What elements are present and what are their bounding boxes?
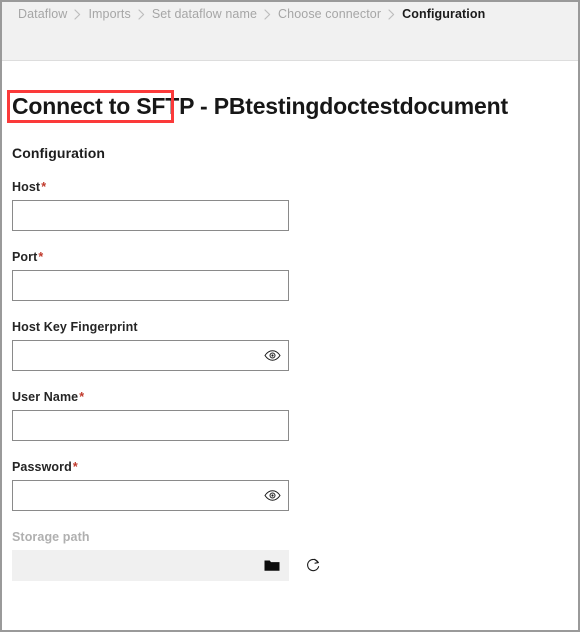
field-port: Port*: [12, 250, 578, 301]
breadcrumb-item-dataflow[interactable]: Dataflow: [18, 7, 67, 21]
configuration-form: Host* Port* Host Key Fingerprint User Name*…: [12, 180, 578, 581]
page-title-row: Connect to SFTP - PBtestingdoctestdocume…: [7, 89, 578, 125]
field-storage-path: Storage path: [12, 530, 578, 581]
input-row-host: [12, 200, 578, 231]
field-user-name: User Name*: [12, 390, 578, 441]
field-host-key-fingerprint: Host Key Fingerprint: [12, 320, 578, 371]
refresh-icon[interactable]: [304, 557, 322, 575]
eye-icon[interactable]: [263, 349, 281, 363]
label-text-storage-path: Storage path: [12, 530, 90, 544]
input-row-user-name: [12, 410, 578, 441]
chevron-right-icon: [388, 8, 395, 20]
input-wrapper-storage-path: [12, 550, 289, 581]
label-storage-path: Storage path: [12, 530, 578, 544]
label-text-host: Host: [12, 180, 41, 194]
label-text-user-name: User Name: [12, 390, 79, 404]
user-name-input[interactable]: [13, 411, 288, 440]
header-band: Dataflow Imports Set dataflow name Choose c…: [2, 2, 578, 61]
breadcrumb-item-configuration: Configuration: [402, 7, 486, 21]
label-text-password: Password: [12, 460, 72, 474]
page-title: Connect to SFTP - PBtestingdoctestdocume…: [12, 89, 508, 123]
label-text-host-key-fingerprint: Host Key Fingerprint: [12, 320, 138, 334]
label-password: Password*: [12, 460, 578, 474]
section-heading-configuration: Configuration: [12, 145, 106, 161]
required-marker: *: [41, 180, 47, 194]
field-host: Host*: [12, 180, 578, 231]
breadcrumb-item-choose-connector[interactable]: Choose connector: [278, 7, 381, 21]
input-wrapper-port: [12, 270, 289, 301]
password-input[interactable]: [13, 481, 288, 510]
required-marker: *: [79, 390, 85, 404]
page-title-connector: Connect to SFTP: [12, 93, 194, 119]
chevron-right-icon: [264, 8, 271, 20]
host-key-fingerprint-input[interactable]: [13, 341, 288, 370]
content-area: Connect to SFTP - PBtestingdoctestdocume…: [2, 89, 578, 581]
page-title-dataflow-name: - PBtestingdoctestdocument: [193, 93, 508, 119]
required-marker: *: [72, 460, 78, 474]
label-host-key-fingerprint: Host Key Fingerprint: [12, 320, 578, 334]
label-host: Host*: [12, 180, 578, 194]
sftp-connector-configuration-screen: Dataflow Imports Set dataflow name Choose c…: [0, 0, 580, 632]
input-wrapper-password: [12, 480, 289, 511]
label-text-port: Port: [12, 250, 38, 264]
input-row-password: [12, 480, 578, 511]
breadcrumb: Dataflow Imports Set dataflow name Choose c…: [2, 2, 578, 21]
label-port: Port*: [12, 250, 578, 264]
port-input[interactable]: [13, 271, 288, 300]
label-user-name: User Name*: [12, 390, 578, 404]
input-row-host-key-fingerprint: [12, 340, 578, 371]
breadcrumb-item-set-dataflow-name[interactable]: Set dataflow name: [152, 7, 257, 21]
field-password: Password*: [12, 460, 578, 511]
input-row-storage-path: [12, 550, 578, 581]
storage-path-input: [13, 551, 288, 580]
required-marker: *: [38, 250, 44, 264]
input-wrapper-host: [12, 200, 289, 231]
breadcrumb-item-imports[interactable]: Imports: [88, 7, 130, 21]
input-wrapper-host-key-fingerprint: [12, 340, 289, 371]
folder-icon[interactable]: [263, 559, 281, 573]
host-input[interactable]: [13, 201, 288, 230]
input-row-port: [12, 270, 578, 301]
chevron-right-icon: [138, 8, 145, 20]
chevron-right-icon: [74, 8, 81, 20]
input-wrapper-user-name: [12, 410, 289, 441]
eye-icon[interactable]: [263, 489, 281, 503]
